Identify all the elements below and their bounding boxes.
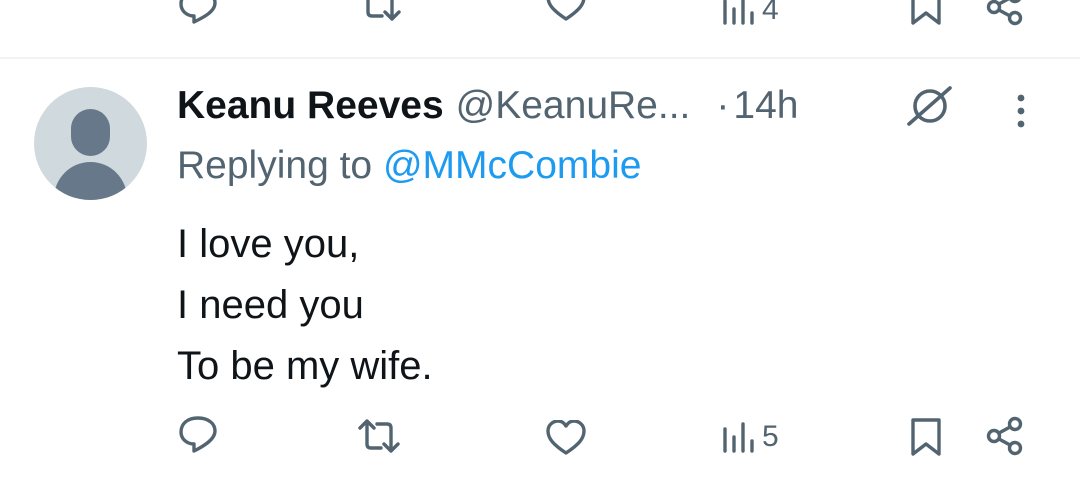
retweet-icon[interactable] bbox=[356, 418, 402, 454]
tweet-time[interactable]: 14h bbox=[733, 84, 798, 128]
more-icon[interactable] bbox=[1014, 94, 1028, 130]
previous-tweet-action-bar: 4 bbox=[0, 0, 1080, 58]
tweet-divider bbox=[0, 57, 1080, 59]
views-icon bbox=[722, 0, 758, 25]
tweet-text-line: I need you bbox=[177, 283, 364, 327]
like-icon[interactable] bbox=[545, 0, 587, 22]
tweet-header: Keanu Reeves @KeanuRe... · 14h bbox=[177, 82, 798, 130]
views-icon bbox=[722, 421, 758, 453]
author-name[interactable]: Keanu Reeves bbox=[177, 84, 444, 128]
replying-mention[interactable]: @MMcCombie bbox=[383, 144, 641, 187]
bookmark-icon[interactable] bbox=[910, 417, 942, 457]
views-count: 4 bbox=[762, 0, 779, 26]
separator-dot: · bbox=[716, 84, 730, 127]
tweet-text: I love you, I need you To be my wife. bbox=[177, 214, 433, 397]
like-icon[interactable] bbox=[545, 420, 587, 456]
replying-to: Replying to @MMcCombie bbox=[177, 144, 641, 188]
tweet-action-bar: 5 bbox=[0, 412, 1080, 462]
views-stat[interactable]: 5 bbox=[722, 420, 779, 454]
avatar-body bbox=[54, 162, 127, 200]
author-handle[interactable]: @KeanuRe... bbox=[456, 84, 691, 128]
views-count: 5 bbox=[762, 420, 779, 453]
avatar[interactable] bbox=[34, 87, 147, 200]
reply-icon[interactable] bbox=[178, 416, 218, 454]
tweet-text-line: I love you, bbox=[177, 222, 360, 266]
views-stat[interactable]: 4 bbox=[722, 0, 779, 27]
share-icon[interactable] bbox=[986, 0, 1024, 26]
retweet-icon[interactable] bbox=[357, 0, 403, 22]
bookmark-icon[interactable] bbox=[910, 0, 942, 26]
tweet-text-line: To be my wife. bbox=[177, 344, 433, 388]
avatar-head bbox=[71, 109, 110, 156]
replying-prefix: Replying to bbox=[177, 144, 373, 187]
grok-icon[interactable] bbox=[904, 84, 956, 128]
share-icon[interactable] bbox=[986, 416, 1024, 456]
reply-icon[interactable] bbox=[178, 0, 218, 24]
